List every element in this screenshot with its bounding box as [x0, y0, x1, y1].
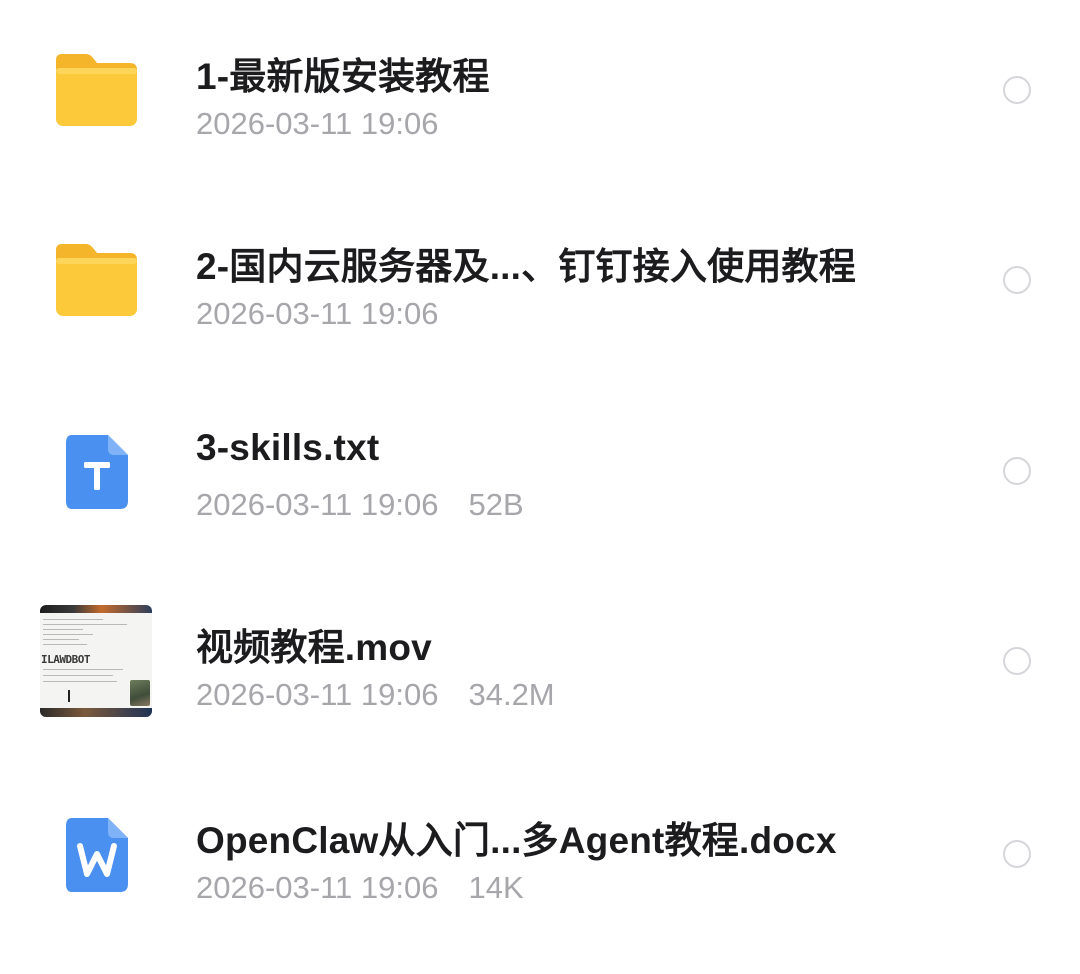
thumbnail-text-line — [43, 634, 93, 636]
file-name: 视频教程.mov — [196, 627, 432, 668]
file-date: 2026-03-11 19:06 — [196, 296, 439, 331]
file-date: 2026-03-11 19:06 — [196, 106, 439, 141]
file-meta: 2026-03-11 19:06 14K — [196, 870, 524, 906]
file-date: 2026-03-11 19:06 — [196, 677, 439, 712]
thumbnail-text-line — [43, 681, 117, 683]
thumbnail-text-line — [43, 669, 123, 671]
txt-file-icon — [40, 415, 152, 527]
thumbnail-text-line — [43, 624, 127, 626]
file-size: 52B — [468, 487, 524, 522]
word-file-icon — [40, 798, 152, 910]
file-size: 34.2M — [468, 677, 555, 712]
folder-icon — [40, 34, 152, 146]
file-row-folder-install[interactable]: 1-最新版安装教程 2026-03-11 19:06 — [0, 0, 1080, 180]
file-name: 1-最新版安装教程 — [196, 56, 490, 97]
file-name: 2-国内云服务器及...、钉钉接入使用教程 — [196, 246, 856, 287]
thumbnail-text-line — [43, 639, 79, 641]
thumbnail-text-line — [43, 644, 87, 646]
select-circle[interactable] — [1003, 76, 1031, 104]
thumbnail-text-line — [43, 675, 113, 677]
file-name: 3-skills.txt — [196, 427, 380, 468]
thumbnail-titlebar — [40, 605, 152, 613]
file-meta: 2026-03-11 19:06 — [196, 106, 438, 142]
file-meta: 2026-03-11 19:06 34.2M — [196, 677, 555, 713]
video-thumbnail: ILAWDBOT — [40, 605, 152, 717]
file-row-video[interactable]: ILAWDBOT 视频教程.mov 2026-03-11 19:06 34.2M — [0, 571, 1080, 751]
select-circle[interactable] — [1003, 840, 1031, 868]
select-circle[interactable] — [1003, 266, 1031, 294]
file-date: 2026-03-11 19:06 — [196, 870, 439, 905]
thumbnail-text-line — [43, 629, 83, 631]
file-list: 1-最新版安装教程 2026-03-11 19:06 2-国内云服务器及...、… — [0, 0, 1080, 974]
file-row-txt[interactable]: 3-skills.txt 2026-03-11 19:06 52B — [0, 381, 1080, 561]
select-circle[interactable] — [1003, 457, 1031, 485]
file-row-docx[interactable]: OpenClaw从入门...多Agent教程.docx 2026-03-11 1… — [0, 764, 1080, 944]
file-row-folder-cloud[interactable]: 2-国内云服务器及...、钉钉接入使用教程 2026-03-11 19:06 — [0, 190, 1080, 370]
thumbnail-logo: ILAWDBOT — [41, 653, 90, 666]
thumbnail-text-cursor — [68, 690, 70, 702]
select-circle[interactable] — [1003, 647, 1031, 675]
thumbnail-text-line — [43, 619, 103, 621]
file-meta: 2026-03-11 19:06 52B — [196, 487, 524, 523]
file-name: OpenClaw从入门...多Agent教程.docx — [196, 820, 837, 861]
thumbnail-dock — [40, 708, 152, 717]
file-date: 2026-03-11 19:06 — [196, 487, 439, 522]
file-size: 14K — [468, 870, 524, 905]
file-meta: 2026-03-11 19:06 — [196, 296, 438, 332]
thumbnail-camera-overlay — [130, 680, 150, 706]
folder-icon — [40, 224, 152, 336]
